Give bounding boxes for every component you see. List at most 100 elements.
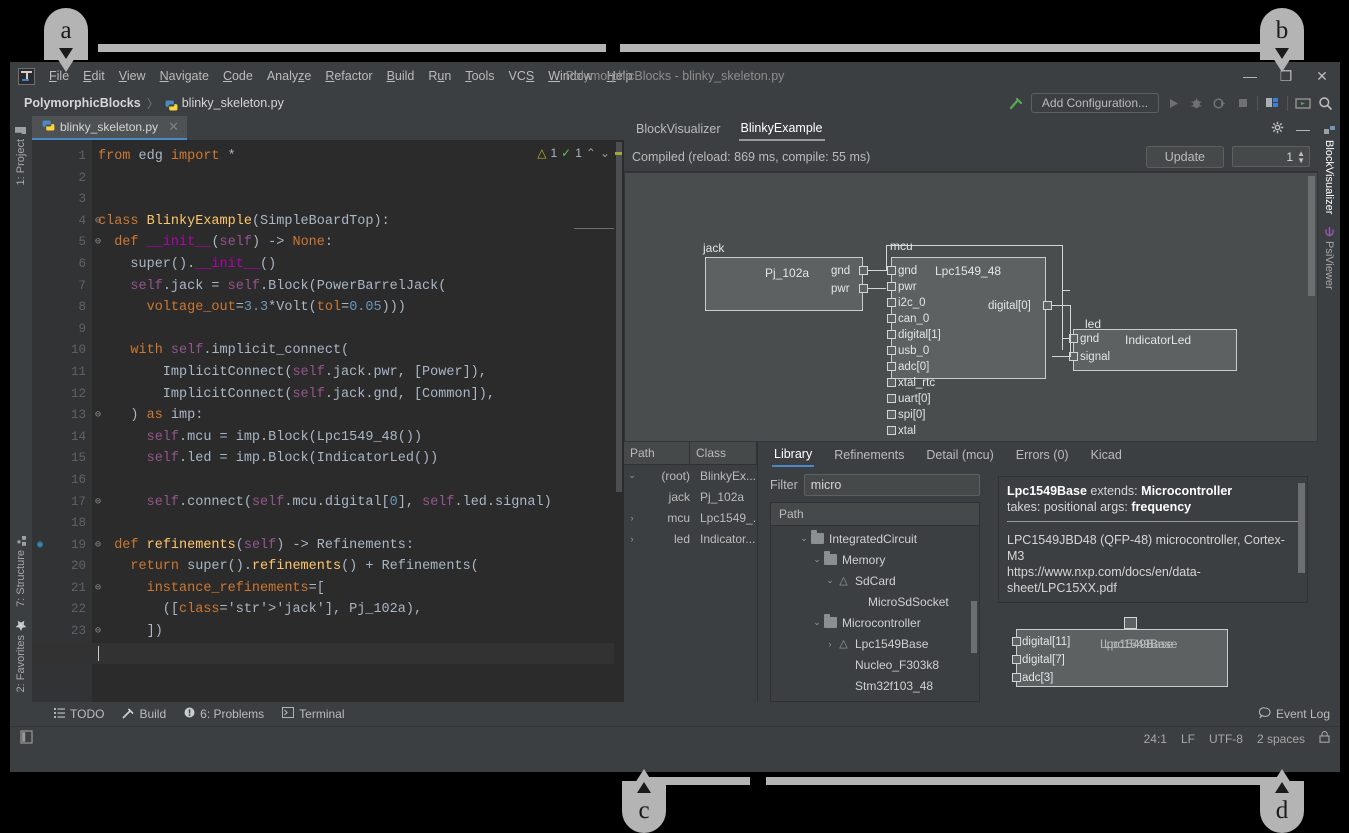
menu-item-view[interactable]: View: [112, 66, 153, 86]
bottom-item-build[interactable]: Build: [122, 707, 166, 722]
chevron-up-icon[interactable]: ⌃: [586, 146, 596, 160]
file-encoding[interactable]: UTF-8: [1209, 732, 1243, 746]
mcu-port-spi0[interactable]: [887, 410, 896, 419]
sidebar-item-blockvisualizer[interactable]: BlockVisualizer: [1320, 120, 1338, 220]
library-scrollbar-thumb[interactable]: [971, 601, 977, 653]
library-scrollbar[interactable]: [970, 529, 978, 699]
indent-setting[interactable]: 2 spaces: [1257, 732, 1305, 746]
menu-item-build[interactable]: Build: [380, 66, 422, 86]
mcu-port-digital1[interactable]: [887, 330, 896, 339]
sidebar-item-psiviewer[interactable]: PsiViewer: [1320, 220, 1338, 296]
detail-tab-detail-mcu[interactable]: Detail (mcu): [924, 444, 995, 466]
hide-windows-icon[interactable]: [20, 730, 33, 747]
project-structure-icon[interactable]: [1264, 95, 1281, 112]
code-content[interactable]: from edg import * class BlinkyExample(Si…: [92, 140, 624, 702]
tree-row-expand-icon[interactable]: ›: [624, 534, 640, 544]
jack-port-gnd[interactable]: [859, 266, 868, 275]
bv-tab-blockvisualizer[interactable]: BlockVisualizer: [634, 118, 723, 140]
detail-tab-kicad[interactable]: Kicad: [1089, 444, 1124, 466]
detail-tab-errors-0[interactable]: Errors (0): [1014, 444, 1071, 466]
line-separator[interactable]: LF: [1181, 732, 1195, 746]
mcu-port-can_0[interactable]: [887, 314, 896, 323]
library-row-expand-icon[interactable]: ⌄: [797, 533, 811, 544]
library-column-header[interactable]: Path: [771, 503, 979, 526]
menu-item-tools[interactable]: Tools: [458, 66, 501, 86]
mcu-port-i2c_0[interactable]: [887, 298, 896, 307]
chevron-down-icon[interactable]: ⌄: [600, 146, 610, 160]
editor-tab-blinky-skeleton[interactable]: blinky_skeleton.py ✕: [32, 116, 187, 140]
canvas-scrollbar[interactable]: [1307, 174, 1316, 440]
tree-header-path[interactable]: Path: [624, 442, 690, 464]
canvas-scrollbar-thumb[interactable]: [1308, 176, 1315, 296]
tree-row[interactable]: ›mcuLpc1549_...: [624, 507, 757, 528]
preview-canvas[interactable]: Lpc1549Base Lpc1549Base digital[11] digi…: [998, 611, 1308, 702]
update-button[interactable]: Update: [1146, 146, 1224, 168]
menu-item-window[interactable]: Window: [541, 66, 599, 86]
menu-item-vcs[interactable]: VCS: [502, 66, 542, 86]
run-icon[interactable]: [1165, 95, 1182, 112]
block-diagram-canvas[interactable]: jack Pj_102a gnd pwr mcu L: [624, 172, 1318, 442]
presentation-icon[interactable]: [1294, 95, 1311, 112]
bottom-item-problems[interactable]: 6: Problems: [184, 707, 264, 721]
library-row-expand-icon[interactable]: ⌄: [810, 617, 824, 628]
spinbox-arrows[interactable]: ▲ ▼: [1297, 150, 1305, 164]
menu-item-help[interactable]: Help: [600, 66, 640, 86]
library-row-expand-icon[interactable]: ⌄: [823, 575, 837, 586]
editor-scrollbar[interactable]: [614, 140, 624, 702]
breadcrumb-file[interactable]: blinky_skeleton.py: [182, 96, 284, 110]
tree-row[interactable]: jackPj_102a: [624, 486, 757, 507]
menu-item-code[interactable]: Code: [216, 66, 260, 86]
mcu-port-uart0[interactable]: [887, 394, 896, 403]
mcu-port-usb_0[interactable]: [887, 346, 896, 355]
editor-scrollbar-thumb[interactable]: [616, 142, 622, 492]
gear-icon[interactable]: [1271, 121, 1284, 137]
library-row-expand-icon[interactable]: ›: [823, 639, 837, 649]
bottom-item-todo[interactable]: TODO: [54, 707, 104, 721]
doc-scrollbar-thumb[interactable]: [1298, 483, 1305, 573]
doc-url[interactable]: https://www.nxp.com/docs/en/data-sheet/L…: [1007, 564, 1299, 596]
menu-item-navigate[interactable]: Navigate: [153, 66, 216, 86]
tree-row[interactable]: ›ledIndicator...: [624, 528, 757, 549]
library-row[interactable]: ⌄△SdCard: [771, 570, 979, 591]
jack-port-pwr[interactable]: [859, 284, 868, 293]
minimize-icon[interactable]: —: [1296, 121, 1310, 137]
sidebar-item-favorites[interactable]: 2: Favorites: [12, 613, 30, 698]
window-minimize-button[interactable]: —: [1232, 68, 1268, 84]
mcu-port-pwr[interactable]: [887, 282, 896, 291]
event-log-item[interactable]: Event Log: [1259, 707, 1330, 722]
filter-input[interactable]: [804, 474, 980, 496]
debug-icon[interactable]: [1188, 95, 1205, 112]
detail-tab-library[interactable]: Library: [772, 443, 814, 467]
add-configuration-button[interactable]: Add Configuration...: [1031, 93, 1159, 113]
sidebar-item-project[interactable]: 1: Project: [12, 120, 30, 191]
window-close-button[interactable]: ✕: [1304, 68, 1340, 85]
stop-icon[interactable]: [1234, 95, 1251, 112]
sidebar-item-structure[interactable]: 7: Structure: [12, 530, 30, 613]
library-row[interactable]: Nucleo_F303k8: [771, 654, 979, 675]
library-row[interactable]: ›△Lpc1549Base: [771, 633, 979, 654]
library-row[interactable]: Stm32f103_48: [771, 675, 979, 696]
run-coverage-icon[interactable]: [1211, 95, 1228, 112]
run-gutter-icon[interactable]: ◉: [37, 535, 43, 557]
mcu-port-xtal[interactable]: [887, 426, 896, 435]
tree-row-expand-icon[interactable]: ⌄: [624, 470, 640, 481]
mcu-port-digital0[interactable]: [1043, 301, 1052, 310]
code-editor[interactable]: 1234⊖5⊖678910111213⊖14151617⊖1819⊖◉2021⊖…: [32, 140, 624, 702]
close-icon[interactable]: ✕: [168, 119, 179, 135]
spinbox-down-icon[interactable]: ▼: [1297, 157, 1305, 164]
lock-icon[interactable]: [1319, 731, 1330, 746]
library-row[interactable]: ⌄IntegratedCircuit: [771, 528, 979, 549]
mcu-port-gnd[interactable]: [887, 266, 896, 275]
tree-header-class[interactable]: Class: [690, 442, 757, 464]
library-row[interactable]: ⌄Microcontroller: [771, 612, 979, 633]
library-row-expand-icon[interactable]: ⌄: [810, 554, 824, 565]
breadcrumb-project[interactable]: PolymorphicBlocks: [24, 96, 141, 110]
caret-position[interactable]: 24:1: [1144, 732, 1167, 746]
library-row[interactable]: MicroSdSocket: [771, 591, 979, 612]
mcu-port-xtal_rtc[interactable]: [887, 378, 896, 387]
bv-tab-blinkyexample[interactable]: BlinkyExample: [739, 117, 825, 141]
menu-item-refactor[interactable]: Refactor: [318, 66, 379, 86]
bottom-item-terminal[interactable]: Terminal: [282, 707, 344, 721]
tree-row[interactable]: ⌄(root)BlinkyEx...: [624, 465, 757, 486]
menu-item-analyze[interactable]: Analyze: [260, 66, 318, 86]
